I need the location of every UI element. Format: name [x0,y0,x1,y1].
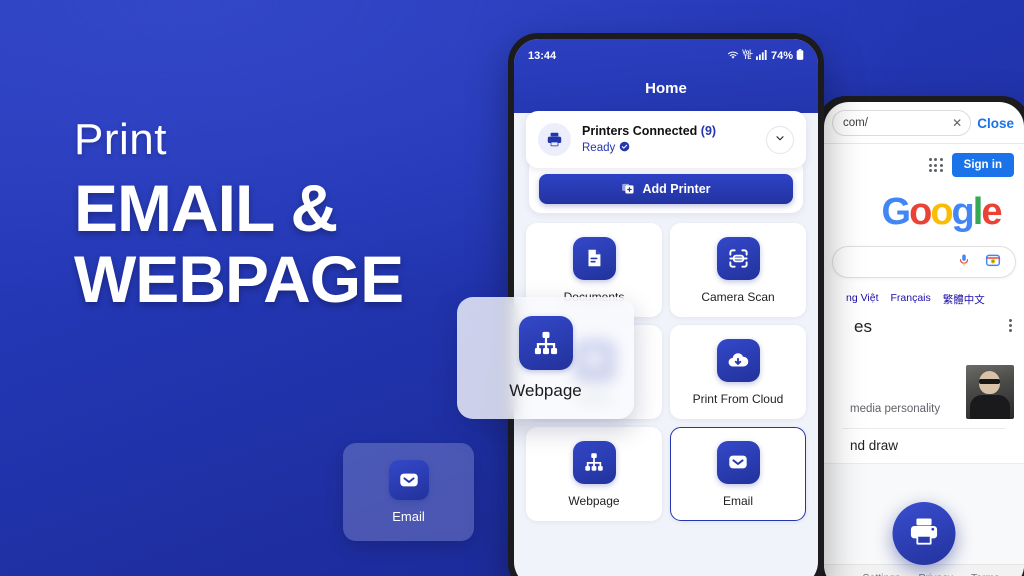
footer-link-privacy[interactable]: Privacy [918,572,952,576]
floating-webpage-card[interactable]: Webpage [457,297,634,419]
battery-percent: 74% [770,50,793,62]
app-header: 13:44 VoL TE 74% Home [514,39,818,113]
printer-card-texts: Printers Connected (9) Ready [582,124,755,155]
tile-label-email: Email [722,493,753,508]
printers-connected-label: Printers Connected [582,124,698,138]
language-link-chinese[interactable]: 繁體中文 [943,292,985,307]
chevron-down-icon [774,131,786,149]
printers-connected-count: (9) [700,124,717,138]
printer-status-text: Ready [582,142,616,154]
status-time: 13:44 [528,50,557,62]
hero-headline-line-1: EMAIL & [74,171,338,245]
footer-link-terms[interactable]: Terms [971,572,1000,576]
language-link-vietnamese[interactable]: ng Việt [846,292,879,307]
google-header: Sign in [824,144,1024,181]
page-title: Home [645,80,687,97]
google-search-input[interactable] [832,246,1016,278]
url-input[interactable]: com/ ✕ [832,110,972,136]
floating-email-card[interactable]: Email [343,443,474,541]
printers-connected-title: Printers Connected (9) [582,124,755,138]
result-title: es [854,317,872,336]
cloud-download-icon [716,338,760,382]
browser-window: com/ ✕ Close Sign in Google ng Việt Fran… [824,102,1024,576]
print-fab-button[interactable] [892,502,956,565]
wifi-icon [727,50,739,63]
sitemap-icon [518,315,573,370]
person-thumbnail [966,365,1014,419]
phone-screen-browser: com/ ✕ Close Sign in Google ng Việt Fran… [824,102,1024,576]
status-indicators: VoL TE 74% [727,49,804,63]
language-link-french[interactable]: Français [891,292,931,307]
apps-grid-icon[interactable] [928,158,943,172]
signal-icon [756,49,767,63]
hero-headline-line-2: WEBPAGE [74,241,404,316]
tile-label-webpage: Webpage [568,493,620,508]
battery-icon [796,49,804,63]
status-bar: 13:44 VoL TE 74% [528,49,804,63]
printer-icon [908,515,941,553]
floating-email-label: Email [392,509,425,524]
printer-icon [538,123,571,156]
google-footer: Settings Privacy Terms [824,564,1024,576]
add-printer-button[interactable]: Add Printer [539,174,793,204]
search-result-block: es media personality nd draw [824,307,1024,453]
hero-copy: Print EMAIL & WEBPAGE [74,118,504,313]
logo-letter-o2: o [930,191,953,233]
phone-device-browser: com/ ✕ Close Sign in Google ng Việt Fran… [818,96,1024,576]
tile-label-print-from-cloud: Print From Cloud [692,391,784,406]
sitemap-icon [572,440,616,484]
google-lens-icon[interactable] [985,252,1001,273]
tile-webpage[interactable]: Webpage [526,427,662,521]
printer-status-row: Ready [582,141,755,155]
logo-letter-e: e [981,191,1002,233]
logo-letter-g2: g [951,191,975,233]
close-x-icon[interactable]: ✕ [952,116,962,130]
email-icon [388,460,429,500]
sign-in-button[interactable]: Sign in [951,153,1014,177]
footer-link-settings[interactable]: Settings [863,572,901,576]
tile-email[interactable]: Email [670,427,806,521]
tile-label-camera-scan: Camera Scan [701,289,775,304]
google-logo: Google [824,191,1024,234]
printer-expand-button[interactable] [766,125,794,154]
volte-icon: VoL TE [742,50,753,61]
floating-webpage-label: Webpage [509,380,582,400]
browser-toolbar: com/ ✕ Close [824,102,1024,144]
tile-camera-scan[interactable]: Camera Scan [670,223,806,317]
hero-kicker: Print [74,115,167,164]
tile-print-from-cloud[interactable]: Print From Cloud [670,325,806,419]
add-printer-icon [621,181,635,198]
printers-connected-card[interactable]: Printers Connected (9) Ready [526,111,806,168]
email-icon [716,440,760,484]
result-row[interactable]: media personality [834,365,1014,419]
document-icon [572,236,616,280]
logo-letter-g1: G [881,191,912,233]
language-links: ng Việt Français 繁體中文 [824,278,1024,307]
scan-frame-icon [716,236,760,280]
kebab-menu-icon[interactable] [1009,319,1012,332]
microphone-icon[interactable] [957,252,971,273]
verified-check-icon [619,141,630,155]
printer-status-section: Printers Connected (9) Ready Add Printer [514,111,818,213]
result-subtitle: media personality [850,403,941,415]
close-button[interactable]: Close [977,116,1016,131]
add-printer-label: Add Printer [642,182,711,196]
result-second-line: nd draw [850,438,899,453]
url-text: com/ [843,117,868,129]
logo-letter-o1: o [909,191,932,233]
